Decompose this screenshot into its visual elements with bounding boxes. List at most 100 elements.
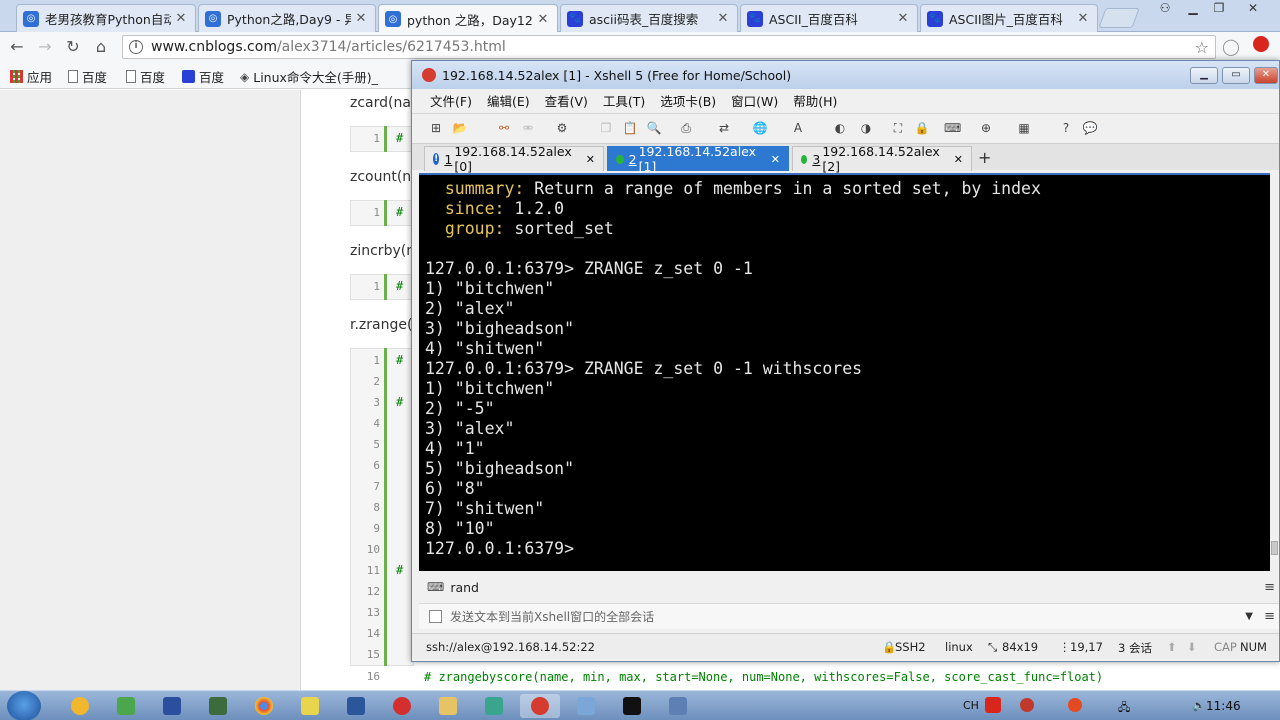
session-tab[interactable]: 3 192.168.14.52alex [2] ✕: [792, 144, 972, 174]
taskbar-word[interactable]: [336, 694, 376, 718]
globe-icon[interactable]: 🌐: [752, 120, 768, 136]
menu-view[interactable]: 查看(V): [545, 91, 588, 110]
bookmark-item[interactable]: 百度: [182, 67, 224, 86]
bookmark-star-icon[interactable]: ☆: [1195, 38, 1209, 57]
new-session-icon[interactable]: ⊞: [428, 120, 444, 136]
arrow-up-icon[interactable]: ⬆: [1167, 640, 1177, 654]
forward-arrow-icon[interactable]: →: [34, 36, 56, 58]
close-icon[interactable]: ✕: [717, 11, 729, 26]
sogou-icon[interactable]: [985, 697, 1001, 713]
extension-icon[interactable]: ◯: [1220, 36, 1242, 58]
scroll-thumb[interactable]: [1271, 541, 1278, 555]
menu-lines-icon[interactable]: ≡: [1264, 609, 1275, 624]
lock-icon[interactable]: 🔒: [914, 120, 930, 136]
taskbar-app[interactable]: [106, 694, 146, 718]
minimize-icon[interactable]: ▁: [1190, 67, 1218, 84]
reconnect-icon[interactable]: ⚯: [496, 120, 512, 136]
taskbar-app[interactable]: [566, 694, 606, 718]
close-icon[interactable]: ✕: [537, 12, 549, 27]
taskbar-app[interactable]: [474, 694, 514, 718]
keyboard-icon[interactable]: ⌨: [944, 120, 961, 136]
compose-bar[interactable]: 发送文本到当前Xshell窗口的全部会话 ▼ ≡: [419, 603, 1279, 629]
arrow-down-icon[interactable]: ⬇: [1187, 640, 1197, 654]
find-icon[interactable]: 🔍: [646, 120, 662, 136]
taskbar-explorer[interactable]: [428, 694, 468, 718]
tray-icon[interactable]: [1020, 698, 1034, 712]
font-icon[interactable]: A: [790, 120, 806, 136]
close-icon[interactable]: ✕: [175, 11, 187, 26]
ime-indicator[interactable]: CH: [963, 699, 979, 712]
browser-tab[interactable]: 🐾 ASCII_百度百科 ✕: [740, 4, 918, 32]
terminal-scrollbar[interactable]: [1270, 173, 1279, 571]
menu-file[interactable]: 文件(F): [430, 91, 472, 110]
fullscreen-icon[interactable]: ⛶: [890, 120, 906, 136]
layout-icon[interactable]: ▦: [1016, 120, 1032, 136]
taskbar-app[interactable]: [290, 694, 330, 718]
address-bar[interactable]: i www.cnblogs.com/alex3714/articles/6217…: [122, 35, 1216, 59]
xmanager-icon[interactable]: ◑: [858, 120, 874, 136]
bookmark-item[interactable]: ◈ Linux命令大全(手册)_: [240, 67, 378, 86]
session-tab-active[interactable]: 2 192.168.14.52alex [1] ✕: [607, 144, 789, 174]
user-icon[interactable]: ⚇: [1152, 0, 1178, 18]
menu-lines-icon[interactable]: ≡: [1264, 580, 1275, 595]
paste-icon[interactable]: 📋: [622, 120, 638, 136]
bookmark-apps[interactable]: 应用: [10, 67, 52, 86]
restore-icon[interactable]: ❐: [1206, 0, 1232, 18]
close-window-icon[interactable]: ✕: [1240, 0, 1266, 18]
close-icon[interactable]: ✕: [586, 153, 595, 166]
close-icon[interactable]: ✕: [1077, 11, 1089, 26]
browser-tab[interactable]: ◎ Python之路,Day9 - 异 ✕: [198, 4, 376, 32]
taskbar-chrome[interactable]: [244, 694, 284, 718]
help-icon[interactable]: ?: [1058, 120, 1074, 136]
close-icon[interactable]: ✕: [355, 11, 367, 26]
browser-tab-active[interactable]: ◎ python 之路，Day12 ✕: [378, 4, 558, 33]
minimize-icon[interactable]: ▁: [1180, 0, 1206, 18]
taskbar-cmd[interactable]: [612, 694, 652, 718]
properties-icon[interactable]: ⚙: [554, 120, 570, 136]
transfer-icon[interactable]: ⇄: [716, 120, 732, 136]
quick-command-bar[interactable]: ⌨ rand ≡: [419, 575, 1279, 599]
bookmark-item[interactable]: 百度: [126, 67, 165, 86]
start-button[interactable]: [7, 691, 41, 720]
menu-help[interactable]: 帮助(H): [793, 91, 837, 110]
network-icon[interactable]: 🖧: [1118, 699, 1130, 718]
terminal[interactable]: summary: Return a range of members in a …: [419, 173, 1270, 571]
copy-icon[interactable]: ❐: [598, 120, 614, 136]
chat-icon[interactable]: 💬: [1082, 120, 1098, 136]
browser-tab[interactable]: 🐾 ASCII图片_百度百科 ✕: [920, 4, 1098, 32]
home-icon[interactable]: ⌂: [90, 36, 112, 58]
menu-tools[interactable]: 工具(T): [603, 91, 645, 110]
add-icon[interactable]: ⊕: [978, 120, 994, 136]
print-icon[interactable]: ⎙: [678, 120, 694, 136]
open-folder-icon[interactable]: 📂: [452, 120, 468, 136]
taskbar-app[interactable]: [60, 694, 100, 718]
taskbar-app[interactable]: [382, 694, 422, 718]
back-arrow-icon[interactable]: ←: [6, 36, 28, 58]
bookmark-item[interactable]: 百度: [68, 67, 107, 86]
menu-edit[interactable]: 编辑(E): [487, 91, 530, 110]
session-tab[interactable]: ! 1 192.168.14.52alex [0] ✕: [424, 144, 604, 174]
info-icon[interactable]: i: [129, 40, 143, 54]
menu-window[interactable]: 窗口(W): [731, 91, 778, 110]
disconnect-icon[interactable]: ⚮: [520, 120, 536, 136]
menu-tabs[interactable]: 选项卡(B): [660, 91, 716, 110]
close-icon[interactable]: ✕: [1254, 67, 1278, 84]
new-tab-button[interactable]: [1098, 8, 1140, 28]
dropdown-arrow-icon[interactable]: ▼: [1245, 611, 1253, 622]
tray-icon[interactable]: [1068, 698, 1082, 712]
taskbar-app[interactable]: [198, 694, 238, 718]
taskbar-app[interactable]: [658, 694, 698, 718]
close-icon[interactable]: ✕: [954, 153, 963, 166]
taskbar-xshell[interactable]: [520, 694, 560, 718]
add-tab-icon[interactable]: +: [978, 148, 991, 167]
browser-tab[interactable]: 🐾 ascii码表_百度搜索 ✕: [560, 4, 738, 32]
close-icon[interactable]: ✕: [771, 153, 780, 166]
xftp-icon[interactable]: ◐: [832, 120, 848, 136]
browser-tab[interactable]: ◎ 老男孩教育Python自动 ✕: [16, 4, 196, 32]
close-icon[interactable]: ✕: [897, 11, 909, 26]
reload-icon[interactable]: ↻: [62, 36, 84, 58]
compose-checkbox[interactable]: [429, 610, 442, 623]
xshell-titlebar[interactable]: 192.168.14.52alex [1] - Xshell 5 (Free f…: [412, 61, 1279, 89]
volume-icon[interactable]: 🔈: [1192, 699, 1206, 712]
taskbar-clock[interactable]: 11:46: [1206, 699, 1241, 713]
